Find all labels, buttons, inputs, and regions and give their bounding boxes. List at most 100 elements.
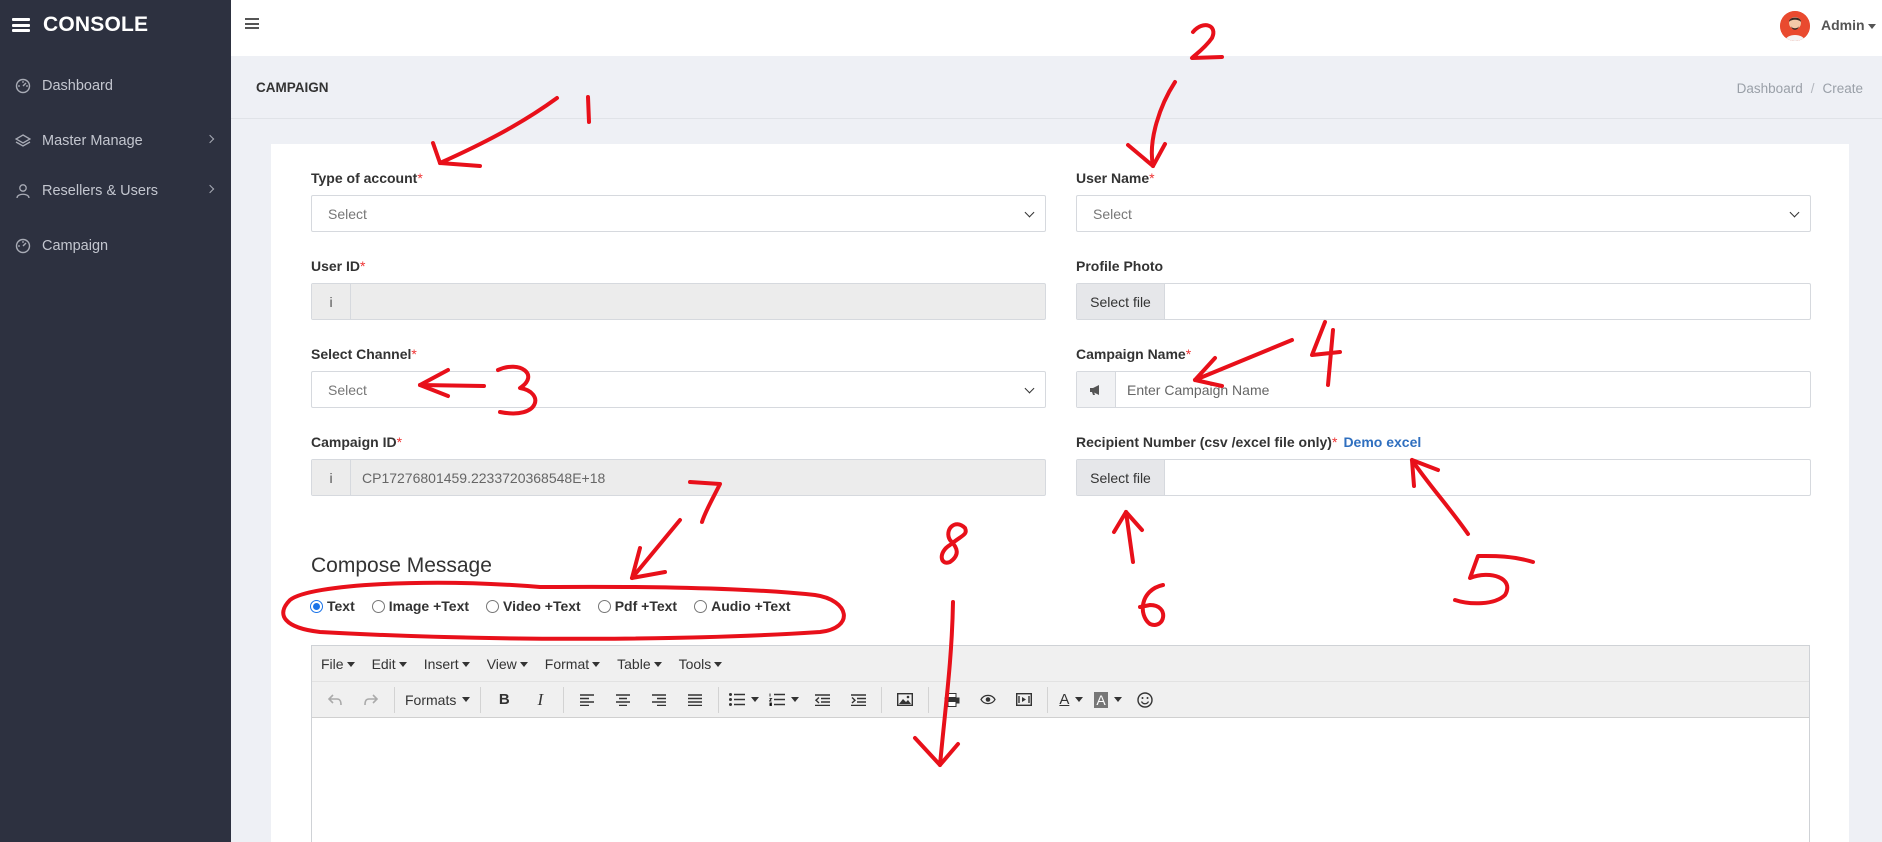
select-value: Select [1093,205,1132,222]
demo-excel-link[interactable]: Demo excel [1343,434,1421,450]
radio-image-text[interactable]: Image +Text [371,598,470,614]
menu-view[interactable]: View [487,656,528,672]
redo-icon[interactable] [358,687,384,713]
type-of-account-select[interactable]: Select [311,195,1046,232]
select-value: Select [328,205,367,222]
menu-insert[interactable]: Insert [424,656,470,672]
campaign-name-field[interactable]: Enter Campaign Name [1076,371,1811,408]
sidebar-item-label: Dashboard [42,78,113,94]
align-right-icon[interactable] [646,687,672,713]
editor-content-area[interactable] [312,718,1809,842]
radio-label: Pdf +Text [614,598,678,614]
rich-text-editor: File Edit Insert View Format Table Tools… [311,645,1810,842]
chevron-right-icon [205,134,215,144]
file-name [1165,460,1810,495]
formats-dropdown[interactable]: Formats [405,687,471,713]
campaign-icon [14,237,32,255]
radio-video-text[interactable]: Video +Text [486,598,581,614]
profile-photo-select-button[interactable]: Select file [1077,284,1165,319]
select-channel-select[interactable]: Select [311,371,1046,408]
radio-button[interactable] [486,599,500,613]
recipient-select-file-button[interactable]: Select file [1077,460,1165,495]
align-center-icon[interactable] [610,687,636,713]
campaign-id-value: CP17276801459.2233720368548E+18 [362,469,606,486]
file-name [1165,284,1810,319]
brand-title: CONSOLE [43,13,149,36]
campaign-name-label: Campaign Name* [1076,346,1192,362]
breadcrumb-create: Create [1822,81,1863,96]
radio-audio-text[interactable]: Audio +Text [694,598,791,614]
undo-icon[interactable] [322,687,348,713]
campaign-id-label: Campaign ID* [311,434,403,450]
menu-tools[interactable]: Tools [679,656,723,672]
menu-edit[interactable]: Edit [372,656,407,672]
editor-menubar: File Edit Insert View Format Table Tools [312,646,1809,682]
message-type-radios: Text Image +Text Video +Text Pdf +Text A… [310,598,808,614]
sidebar-brand: CONSOLE [0,0,231,50]
profile-photo-file-input[interactable]: Select file [1076,283,1811,320]
sidebar: CONSOLE Dashboard Master Manage Reseller… [0,0,231,842]
sidebar-item-campaign[interactable]: Campaign [0,230,231,262]
user-icon [14,182,32,200]
radio-label: Audio +Text [711,598,791,614]
align-justify-icon[interactable] [682,687,708,713]
print-icon[interactable] [939,687,965,713]
toolbar-separator [928,686,930,713]
radio-pdf-text[interactable]: Pdf +Text [597,598,678,614]
radio-button[interactable] [310,599,323,613]
outdent-icon[interactable] [809,687,835,713]
toolbar-separator [718,686,720,713]
user-name-select[interactable]: Select [1076,195,1811,232]
sidebar-item-label: Resellers & Users [42,183,159,199]
sidebar-item-label: Master Manage [42,133,143,149]
sidebar-item-dashboard[interactable]: Dashboard [0,70,231,102]
dashboard-icon [14,77,32,95]
type-of-account-label: Type of account* [311,170,423,186]
bold-icon[interactable]: B [491,687,517,713]
radio-button[interactable] [597,599,611,613]
align-left-icon[interactable] [574,687,600,713]
megaphone-icon [1077,372,1116,407]
radio-label: Text [327,598,355,614]
menu-file[interactable]: File [321,656,355,672]
profile-photo-label: Profile Photo [1076,258,1164,274]
radio-label: Image +Text [388,598,470,614]
numbered-list-icon[interactable] [769,687,800,713]
editor-toolbar: Formats B I A A [312,682,1809,718]
campaign-id-field: i CP17276801459.2233720368548E+18 [311,459,1046,496]
campaign-name-input[interactable]: Enter Campaign Name [1116,372,1810,407]
divider [231,118,1882,119]
sidebar-item-master-manage[interactable]: Master Manage [0,125,231,157]
emoticons-icon[interactable] [1132,687,1158,713]
toggle-sidebar-icon[interactable] [245,18,259,29]
select-value: Select [328,381,367,398]
preview-icon[interactable] [975,687,1001,713]
breadcrumb-dashboard[interactable]: Dashboard [1737,81,1803,96]
sidebar-item-resellers-users[interactable]: Resellers & Users [0,175,231,207]
radio-text[interactable]: Text [310,598,355,614]
text-color-icon[interactable]: A [1058,687,1084,713]
admin-menu[interactable]: Admin [1821,17,1876,33]
breadcrumb: Dashboard / Create [1736,81,1863,96]
user-id-field: i [311,283,1046,320]
menu-table[interactable]: Table [617,656,662,672]
info-icon: i [312,460,351,495]
chevron-right-icon [205,184,215,194]
select-channel-label: Select Channel* [311,346,417,362]
menu-format[interactable]: Format [545,656,601,672]
indent-icon[interactable] [845,687,871,713]
background-color-icon[interactable]: A [1094,687,1122,713]
topbar: Admin [231,0,1882,56]
recipient-number-file-input[interactable]: Select file [1076,459,1811,496]
italic-icon[interactable]: I [527,687,553,713]
radio-button[interactable] [694,599,708,613]
radio-button[interactable] [371,599,385,613]
toolbar-separator [394,686,395,713]
avatar[interactable] [1780,11,1810,41]
media-icon[interactable] [1011,687,1037,713]
hamburger-menu-icon[interactable] [12,18,30,32]
image-icon[interactable] [892,687,918,713]
bullet-list-icon[interactable] [729,687,760,713]
chevron-down-icon [1024,383,1035,394]
sidebar-item-label: Campaign [42,238,109,254]
